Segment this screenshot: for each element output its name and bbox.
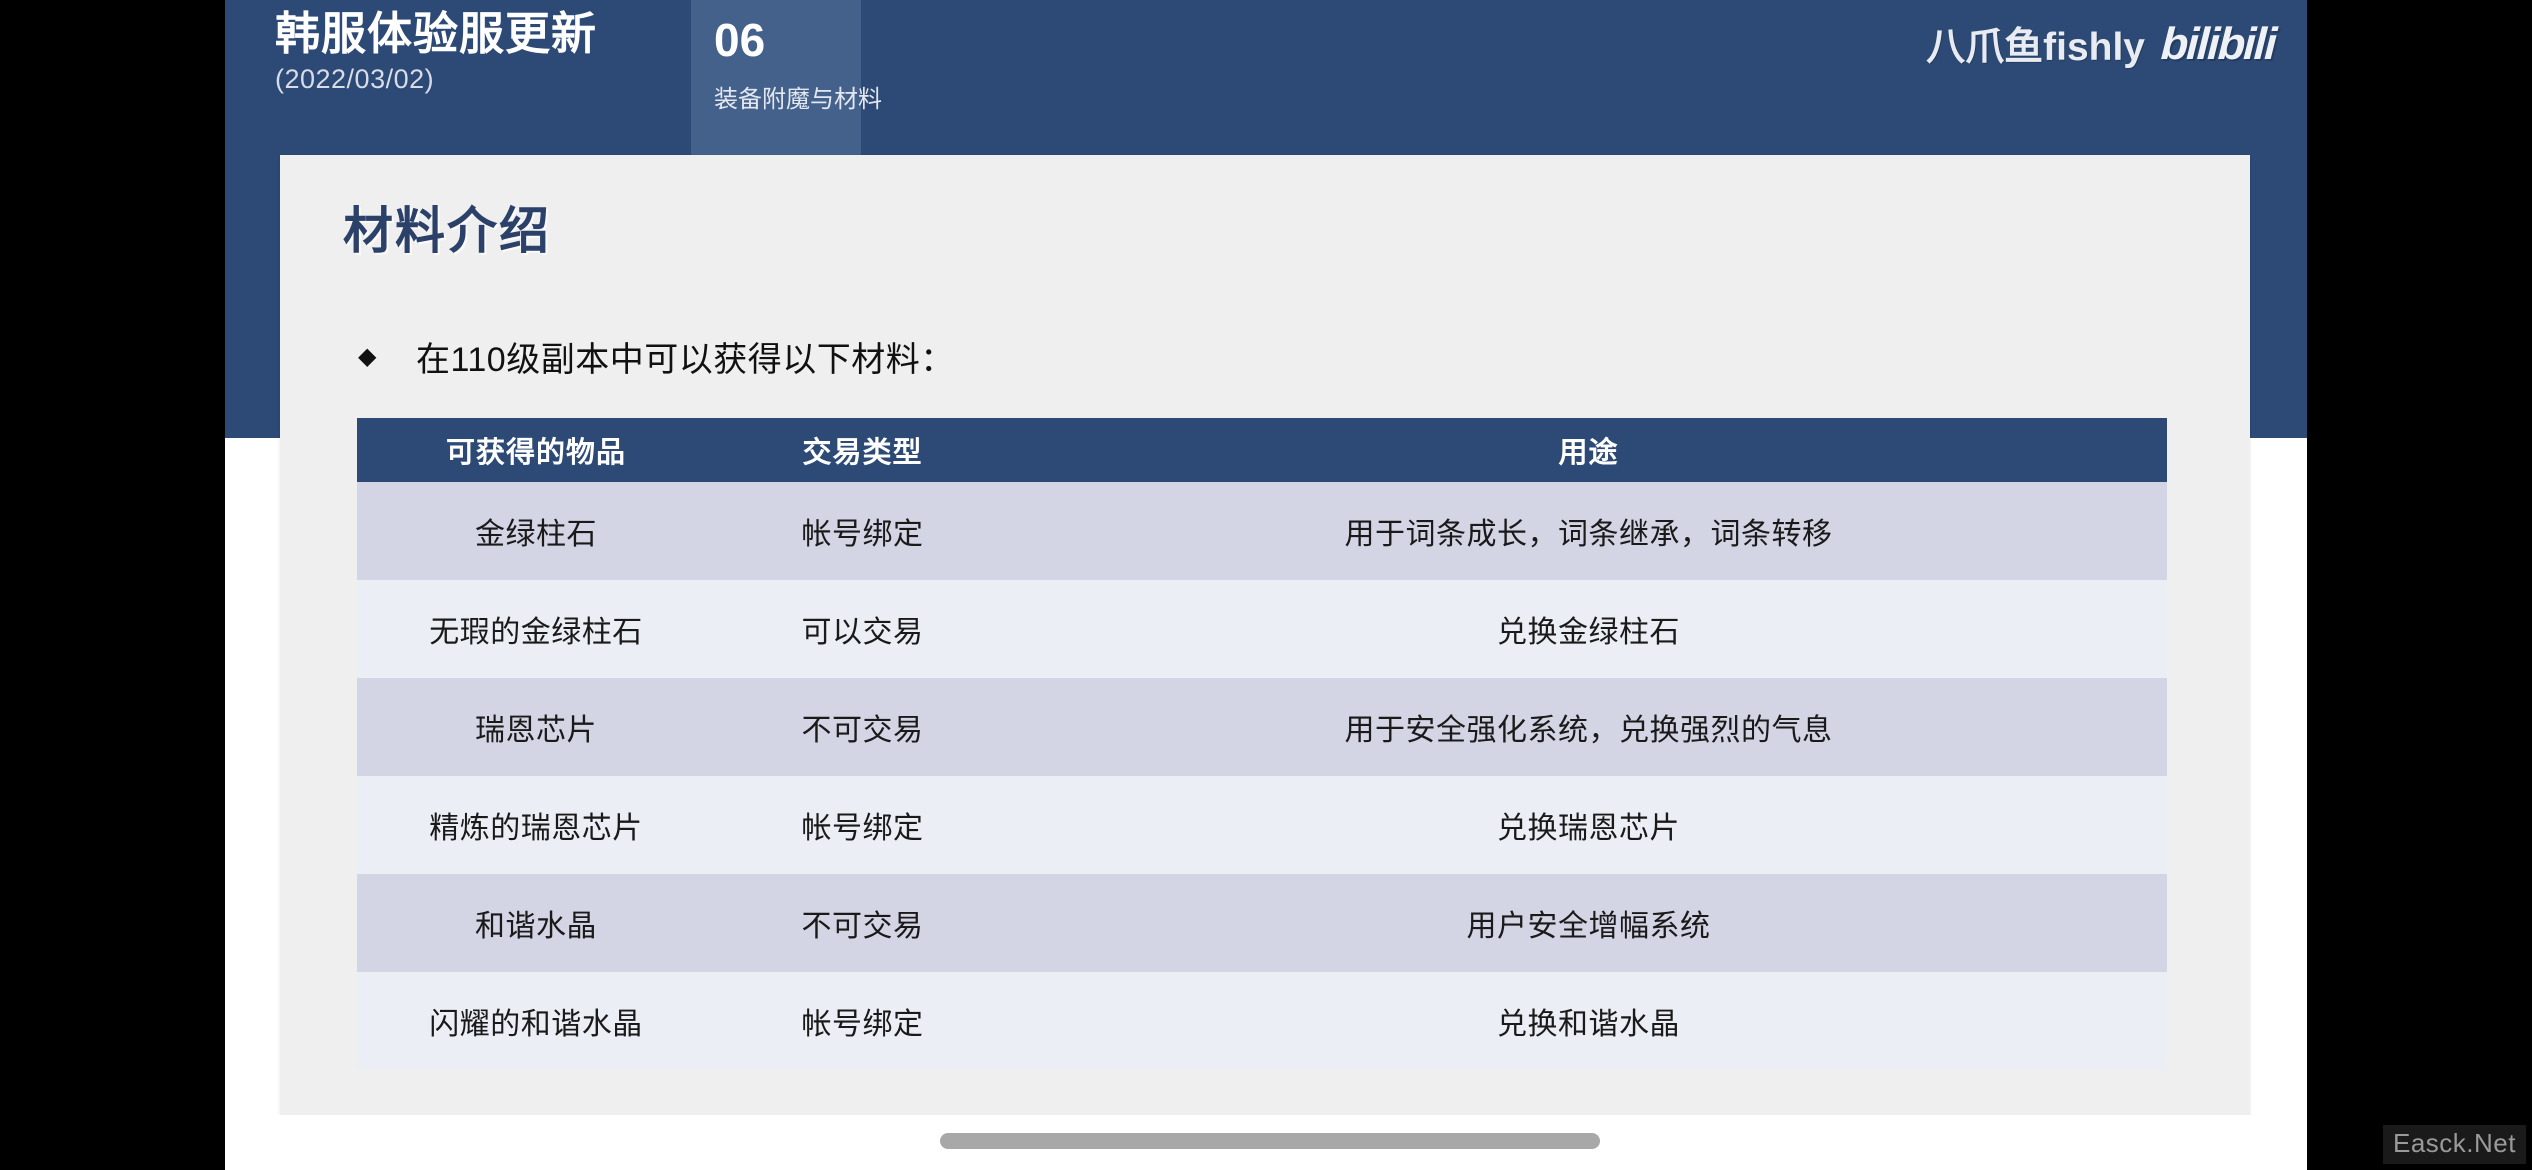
bullet-row: ◆ 在110级副本中可以获得以下材料：: [358, 332, 955, 381]
table-body: 金绿柱石 帐号绑定 用于词条成长，词条继承，词条转移 无瑕的金绿柱石 可以交易 …: [357, 482, 2167, 1070]
deck-date: (2022/03/02): [275, 63, 435, 94]
cell-trade: 帐号绑定: [715, 972, 1010, 1070]
table-header: 可获得的物品 交易类型 用途: [357, 418, 2167, 482]
column-header-use: 用途: [1010, 418, 2167, 482]
cell-item: 精炼的瑞恩芯片: [357, 776, 715, 874]
content-card: 材料介绍 ◆ 在110级副本中可以获得以下材料： 可获得的物品 交易类型 用途: [280, 155, 2250, 1115]
cell-use: 用于安全强化系统，兑换强烈的气息: [1010, 678, 2167, 776]
cell-use: 兑换瑞恩芯片: [1010, 776, 2167, 874]
title-block: 韩服体验服更新 (2022/03/02): [275, 8, 675, 95]
deck-title: 韩服体验服更新: [275, 8, 598, 59]
cell-trade: 帐号绑定: [715, 482, 1010, 580]
cell-use: 兑换和谐水晶: [1010, 972, 2167, 1070]
horizontal-scrollbar-thumb[interactable]: [940, 1133, 1600, 1149]
horizontal-scrollbar-track[interactable]: [225, 1115, 2307, 1170]
table-row: 无瑕的金绿柱石 可以交易 兑换金绿柱石: [357, 580, 2167, 678]
bullet-text: 在110级副本中可以获得以下材料：: [416, 341, 955, 379]
watermark: Easck.Net: [2383, 1125, 2526, 1164]
cell-item: 金绿柱石: [357, 482, 715, 580]
table-row: 精炼的瑞恩芯片 帐号绑定 兑换瑞恩芯片: [357, 776, 2167, 874]
bilibili-logo: bilibili: [2159, 18, 2277, 69]
cell-item: 无瑕的金绿柱石: [357, 580, 715, 678]
brand-author-label: 八爪鱼fishly: [1926, 26, 2145, 69]
cell-use: 用于词条成长，词条继承，词条转移: [1010, 482, 2167, 580]
table-row: 闪耀的和谐水晶 帐号绑定 兑换和谐水晶: [357, 972, 2167, 1070]
table-row: 和谐水晶 不可交易 用户安全增幅系统: [357, 874, 2167, 972]
table-row: 金绿柱石 帐号绑定 用于词条成长，词条继承，词条转移: [357, 482, 2167, 580]
cell-use: 兑换金绿柱石: [1010, 580, 2167, 678]
section-chip: 06 装备附魔与材料: [691, 0, 882, 155]
screen-root: 韩服体验服更新 (2022/03/02) 06 装备附魔与材料 八爪鱼fishl…: [0, 0, 2532, 1170]
cell-item: 闪耀的和谐水晶: [357, 972, 715, 1070]
brand-row: 八爪鱼fishly bilibili: [1926, 16, 2277, 72]
table-header-row: 可获得的物品 交易类型 用途: [357, 418, 2167, 482]
cell-item: 和谐水晶: [357, 874, 715, 972]
section-subtitle: 装备附魔与材料: [714, 86, 882, 113]
diamond-bullet-icon: ◆: [358, 343, 377, 370]
column-header-trade: 交易类型: [715, 418, 1010, 482]
cell-use: 用户安全增幅系统: [1010, 874, 2167, 972]
table-row: 瑞恩芯片 不可交易 用于安全强化系统，兑换强烈的气息: [357, 678, 2167, 776]
page-viewport: 韩服体验服更新 (2022/03/02) 06 装备附魔与材料 八爪鱼fishl…: [225, 0, 2307, 1170]
cell-trade: 可以交易: [715, 580, 1010, 678]
page-title: 材料介绍: [343, 203, 551, 259]
cell-trade: 不可交易: [715, 874, 1010, 972]
cell-item: 瑞恩芯片: [357, 678, 715, 776]
section-number: 06: [714, 14, 766, 66]
cell-trade: 不可交易: [715, 678, 1010, 776]
materials-table: 可获得的物品 交易类型 用途 金绿柱石 帐号绑定 用于词条成长，词条继承，词条转…: [357, 418, 2167, 1070]
column-header-item: 可获得的物品: [357, 418, 715, 482]
cell-trade: 帐号绑定: [715, 776, 1010, 874]
